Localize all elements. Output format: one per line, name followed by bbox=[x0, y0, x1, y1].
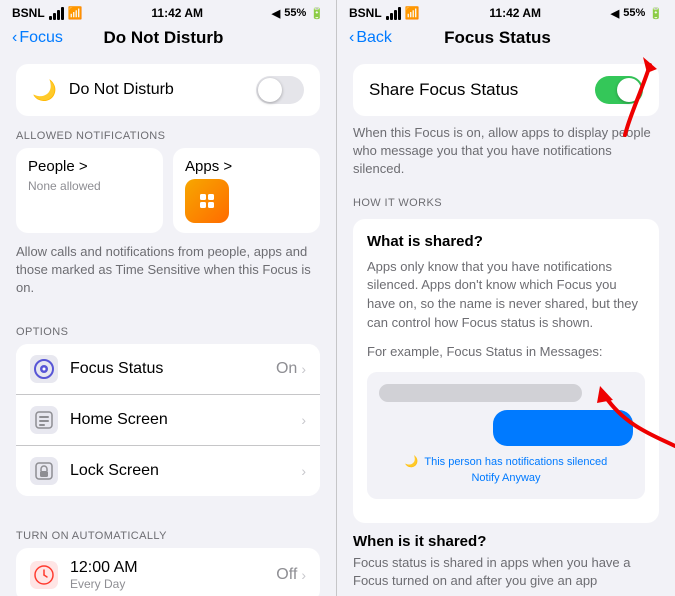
share-focus-label: Share Focus Status bbox=[369, 80, 595, 100]
back-button-left[interactable]: ‹ Focus bbox=[12, 29, 63, 47]
home-screen-label: Home Screen bbox=[70, 411, 301, 429]
time-right: 11:42 AM bbox=[489, 6, 541, 20]
time-left: 11:42 AM bbox=[151, 6, 203, 20]
chevron-right-icon: › bbox=[301, 361, 306, 377]
nav-bar-right: ‹ Back Focus Status bbox=[337, 24, 675, 56]
dnd-main-row[interactable]: 🌙 Do Not Disturb bbox=[16, 64, 320, 116]
status-bar-right: BSNL 📶 11:42 AM ◀ 55% 🔋 bbox=[337, 0, 675, 24]
allowed-grid: People > None allowed Apps > bbox=[0, 148, 336, 233]
msg-bubble-blue bbox=[493, 410, 633, 446]
example-text: For example, Focus Status in Messages: bbox=[367, 343, 645, 362]
focus-status-icon bbox=[30, 355, 58, 383]
share-focus-toggle[interactable] bbox=[595, 76, 643, 104]
share-desc: When this Focus is on, allow apps to dis… bbox=[337, 116, 675, 193]
how-card: What is shared? Apps only know that you … bbox=[353, 219, 659, 523]
home-screen-row[interactable]: Home Screen › bbox=[16, 395, 320, 446]
share-focus-row[interactable]: Share Focus Status bbox=[353, 64, 659, 116]
left-panel: BSNL 📶 11:42 AM ◀ 55% 🔋 ‹ Focus bbox=[0, 0, 337, 596]
battery-left: 55% bbox=[284, 7, 306, 19]
signal-icon-right bbox=[386, 7, 401, 20]
moon-icon: 🌙 bbox=[32, 78, 57, 103]
when-text: Focus status is shared in apps when you … bbox=[337, 554, 675, 590]
apps-icon bbox=[185, 179, 229, 223]
apps-card[interactable]: Apps > bbox=[173, 148, 320, 233]
people-title: People > bbox=[28, 158, 151, 175]
carrier-right: BSNL bbox=[349, 6, 382, 20]
left-content: 🌙 Do Not Disturb ALLOWED NOTIFICATIONS P… bbox=[0, 56, 336, 596]
right-content: Share Focus Status When this Focus is on… bbox=[337, 56, 675, 596]
auto-time-row[interactable]: 12:00 AM Every Day Off › bbox=[16, 548, 320, 596]
location-icon-right: ◀ bbox=[611, 7, 619, 20]
chevron-right-icon-3: › bbox=[301, 463, 306, 479]
people-card[interactable]: People > None allowed bbox=[16, 148, 163, 233]
dnd-toggle[interactable] bbox=[256, 76, 304, 104]
chevron-left-icon-right: ‹ bbox=[349, 29, 354, 47]
carrier-left: BSNL bbox=[12, 6, 45, 20]
how-it-works-header: HOW IT WORKS bbox=[337, 193, 675, 219]
location-icon: ◀ bbox=[272, 7, 280, 20]
moon-icon-msg: 🌙 bbox=[405, 456, 419, 468]
auto-card: 12:00 AM Every Day Off › bbox=[16, 548, 320, 596]
chevron-left-icon: ‹ bbox=[12, 29, 17, 47]
auto-sub: Every Day bbox=[70, 577, 276, 591]
nav-bar-left: ‹ Focus Do Not Disturb bbox=[0, 24, 336, 56]
options-header: OPTIONS bbox=[0, 312, 336, 344]
notifications-silenced: This person has notifications silenced bbox=[424, 456, 607, 468]
what-shared-title: What is shared? bbox=[367, 233, 645, 250]
auto-time: 12:00 AM bbox=[70, 559, 276, 577]
focus-status-value: On bbox=[276, 360, 297, 378]
back-button-right[interactable]: ‹ Back bbox=[349, 29, 392, 47]
back-label-right: Back bbox=[356, 29, 392, 47]
clock-icon bbox=[30, 561, 58, 589]
people-sub: None allowed bbox=[28, 179, 151, 193]
when-title: When is it shared? bbox=[337, 523, 675, 554]
chevron-right-icon-2: › bbox=[301, 412, 306, 428]
signal-icon bbox=[49, 7, 64, 20]
auto-header: TURN ON AUTOMATICALLY bbox=[0, 516, 336, 548]
focus-status-label: Focus Status bbox=[70, 360, 276, 378]
allowed-desc: Allow calls and notifications from peopl… bbox=[0, 233, 336, 312]
wifi-icon: 📶 bbox=[68, 6, 83, 20]
focus-status-row[interactable]: Focus Status On › bbox=[16, 344, 320, 395]
battery-icon: 🔋 bbox=[310, 7, 324, 20]
what-shared-text: Apps only know that you have notificatio… bbox=[367, 258, 645, 333]
message-preview: 🌙 This person has notifications silenced… bbox=[367, 372, 645, 499]
battery-right: 55% bbox=[623, 7, 645, 19]
apps-title: Apps > bbox=[185, 158, 308, 175]
status-bar-left: BSNL 📶 11:42 AM ◀ 55% 🔋 bbox=[0, 0, 336, 24]
msg-silenced-text: 🌙 This person has notifications silenced… bbox=[379, 454, 633, 487]
dnd-label: Do Not Disturb bbox=[69, 81, 256, 99]
page-title-left: Do Not Disturb bbox=[63, 28, 264, 48]
wifi-icon-right: 📶 bbox=[405, 6, 420, 20]
lock-screen-label: Lock Screen bbox=[70, 462, 301, 480]
auto-value: Off bbox=[276, 566, 297, 584]
msg-bubble-gray bbox=[379, 384, 582, 402]
lock-screen-row[interactable]: Lock Screen › bbox=[16, 446, 320, 496]
back-label-left: Focus bbox=[19, 29, 63, 47]
options-card: Focus Status On › bbox=[16, 344, 320, 496]
right-panel: BSNL 📶 11:42 AM ◀ 55% 🔋 ‹ Back bbox=[337, 0, 675, 596]
battery-icon-right: 🔋 bbox=[649, 7, 663, 20]
allowed-header: ALLOWED NOTIFICATIONS bbox=[0, 116, 336, 148]
home-screen-icon bbox=[30, 406, 58, 434]
lock-screen-icon bbox=[30, 457, 58, 485]
chevron-right-icon-4: › bbox=[301, 567, 306, 583]
notify-anyway-link[interactable]: Notify Anyway bbox=[379, 470, 633, 487]
page-title-right: Focus Status bbox=[392, 28, 603, 48]
